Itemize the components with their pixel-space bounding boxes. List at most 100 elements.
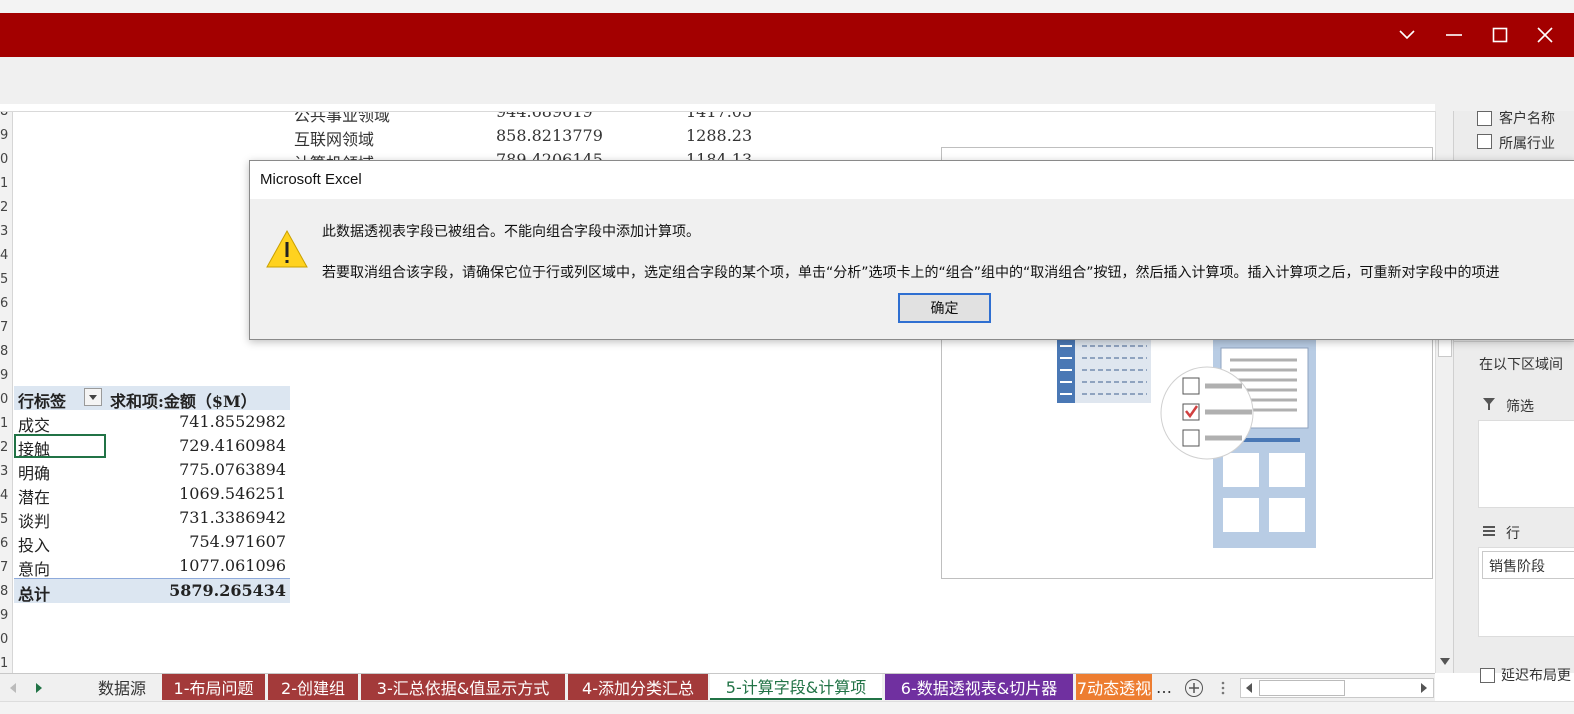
maximize-icon — [1492, 27, 1508, 43]
row-number[interactable]: 7 — [0, 320, 12, 335]
row-number[interactable]: 1 — [0, 416, 12, 431]
pivot-row-label: 明确 — [18, 464, 51, 483]
pivot-row-value: 741.8552982 — [179, 412, 286, 431]
title-bar — [0, 13, 1574, 57]
pivot-row-value: 1069.546251 — [179, 484, 286, 503]
row-number[interactable]: 1 — [0, 656, 12, 671]
area-hint: 在以下区域间 — [1479, 357, 1563, 373]
field-checkbox[interactable] — [1477, 111, 1492, 126]
pane-divider — [1454, 341, 1574, 342]
field-label[interactable]: 所属行业 — [1499, 133, 1555, 153]
cell-label[interactable]: 互联网领域 — [294, 126, 374, 150]
pivot-row[interactable]: 潜在 1069.546251 — [14, 482, 290, 507]
row-number[interactable]: 9 — [0, 608, 12, 623]
row-labels-header[interactable]: 行标签 — [18, 388, 66, 412]
hscroll-thumb[interactable] — [1259, 680, 1345, 696]
cell-value[interactable]: 1288.23 — [686, 126, 752, 145]
pivot-row-label: 潜在 — [18, 488, 51, 507]
pivot-row-value: 1077.061096 — [179, 556, 286, 575]
alert-dialog: Microsoft Excel 此数据透视表字段已被组合。不能向组合字段中添加计… — [249, 160, 1574, 340]
row-number[interactable]: 6 — [0, 296, 12, 311]
rows-drop-area[interactable]: 销售阶段 — [1478, 547, 1574, 637]
horizontal-scrollbar[interactable] — [1240, 678, 1434, 698]
pivot-row-label: 意向 — [18, 560, 51, 579]
pivot-row[interactable]: 成交 741.8552982 — [14, 410, 290, 435]
pivot-row[interactable]: 投入 754.971607 — [14, 530, 290, 555]
sheet-tab-bar: 数据源 1-布局问题 2-创建组 3-汇总依据&值显示方式 4-添加分类汇总 5… — [0, 673, 1435, 702]
filter-area-label: 筛选 — [1506, 399, 1534, 415]
dialog-title-bar: Microsoft Excel — [250, 161, 1574, 199]
status-bar — [0, 701, 1574, 714]
pivot-row-label: 谈判 — [18, 512, 51, 531]
row-number[interactable]: 0 — [0, 632, 12, 647]
dialog-title: Microsoft Excel — [260, 171, 362, 188]
pivot-row-label: 投入 — [18, 536, 51, 555]
dialog-message-primary: 此数据透视表字段已被组合。不能向组合字段中添加计算项。 — [322, 224, 700, 240]
total-value: 5879.265434 — [169, 581, 286, 600]
scroll-tabs-left-icon[interactable] — [8, 682, 18, 694]
row-number[interactable]: 6 — [0, 536, 12, 551]
rows-field-item[interactable]: 销售阶段 — [1482, 551, 1574, 579]
row-number[interactable]: 1 — [0, 176, 12, 191]
pivot-row[interactable]: 明确 775.0763894 — [14, 458, 290, 483]
top-strip — [0, 0, 1574, 13]
row-number[interactable]: 4 — [0, 488, 12, 503]
row-number[interactable]: 5 — [0, 272, 12, 287]
add-sheet-icon[interactable] — [1184, 678, 1204, 698]
cell-value[interactable]: 858.8213779 — [496, 126, 603, 145]
ribbon-display-options-button[interactable] — [1384, 13, 1430, 57]
close-button[interactable] — [1522, 13, 1568, 57]
row-number[interactable]: 0 — [0, 392, 12, 407]
pivot-row[interactable]: 谈判 731.3386942 — [14, 506, 290, 531]
tab-layout[interactable]: 1-布局问题 — [162, 674, 265, 700]
row-number[interactable]: 8 — [0, 344, 12, 359]
field-label[interactable]: 客户名称 — [1499, 108, 1555, 128]
maximize-button[interactable] — [1477, 13, 1523, 57]
tab-summarize[interactable]: 3-汇总依据&值显示方式 — [361, 674, 565, 700]
filter-dropdown-button[interactable] — [84, 388, 102, 406]
pivot-row-value: 729.4160984 — [179, 436, 286, 455]
filter-icon — [1483, 398, 1495, 410]
pivot-total-row[interactable]: 总计 5879.265434 — [14, 578, 290, 604]
splitter-icon[interactable] — [1220, 680, 1226, 696]
tab-create-group[interactable]: 2-创建组 — [268, 674, 358, 700]
dialog-message-detail: 若要取消组合该字段，请确保它位于行或列区域中，选定组合字段的某个项，单击“分析”… — [322, 265, 1500, 281]
warning-icon — [266, 229, 308, 268]
scroll-tabs-right-icon[interactable] — [34, 682, 44, 694]
pivot-row[interactable]: 接触 729.4160984 — [14, 434, 290, 459]
filter-drop-area[interactable] — [1478, 420, 1574, 508]
minimize-button[interactable] — [1431, 13, 1477, 57]
total-label: 总计 — [18, 585, 51, 604]
close-icon — [1537, 27, 1553, 43]
rows-area-label: 行 — [1506, 526, 1520, 542]
defer-layout-checkbox[interactable] — [1480, 668, 1495, 683]
row-number[interactable]: 7 — [0, 560, 12, 575]
row-number[interactable]: 0 — [0, 152, 12, 167]
tab-slicer[interactable]: 6-数据透视表&切片器 — [885, 674, 1073, 700]
row-number[interactable]: 3 — [0, 224, 12, 239]
hscroll-right-icon[interactable] — [1419, 682, 1429, 694]
row-headers: 8 9 0 1 2 3 4 5 6 7 8 9 0 1 2 3 4 5 6 7 … — [0, 104, 13, 673]
tab-overflow[interactable]: … — [1153, 674, 1175, 700]
tab-subtotal[interactable]: 4-添加分类汇总 — [568, 674, 708, 700]
defer-layout-label[interactable]: 延迟布局更 — [1501, 665, 1571, 685]
pivot-row-value: 775.0763894 — [179, 460, 286, 479]
row-number[interactable]: 2 — [0, 200, 12, 215]
field-checkbox[interactable] — [1477, 134, 1492, 149]
scroll-down-icon[interactable] — [1439, 655, 1451, 667]
row-number[interactable]: 2 — [0, 440, 12, 455]
ok-button[interactable]: 确定 — [898, 293, 991, 323]
pivot-row[interactable]: 意向 1077.061096 — [14, 554, 290, 579]
tab-dynamic[interactable]: 7动态透视 — [1076, 674, 1152, 700]
minimize-icon — [1446, 34, 1462, 36]
row-number[interactable]: 3 — [0, 464, 12, 479]
sum-header[interactable]: 求和项:金额（$M） — [110, 388, 257, 412]
row-number[interactable]: 4 — [0, 248, 12, 263]
hscroll-left-icon[interactable] — [1244, 682, 1254, 694]
tab-data-source[interactable]: 数据源 — [84, 674, 160, 700]
row-number[interactable]: 9 — [0, 368, 12, 383]
row-number[interactable]: 8 — [0, 584, 12, 599]
row-number[interactable]: 9 — [0, 128, 12, 143]
row-number[interactable]: 5 — [0, 512, 12, 527]
tab-calculated-field[interactable]: 5-计算字段&计算项 — [710, 674, 882, 700]
